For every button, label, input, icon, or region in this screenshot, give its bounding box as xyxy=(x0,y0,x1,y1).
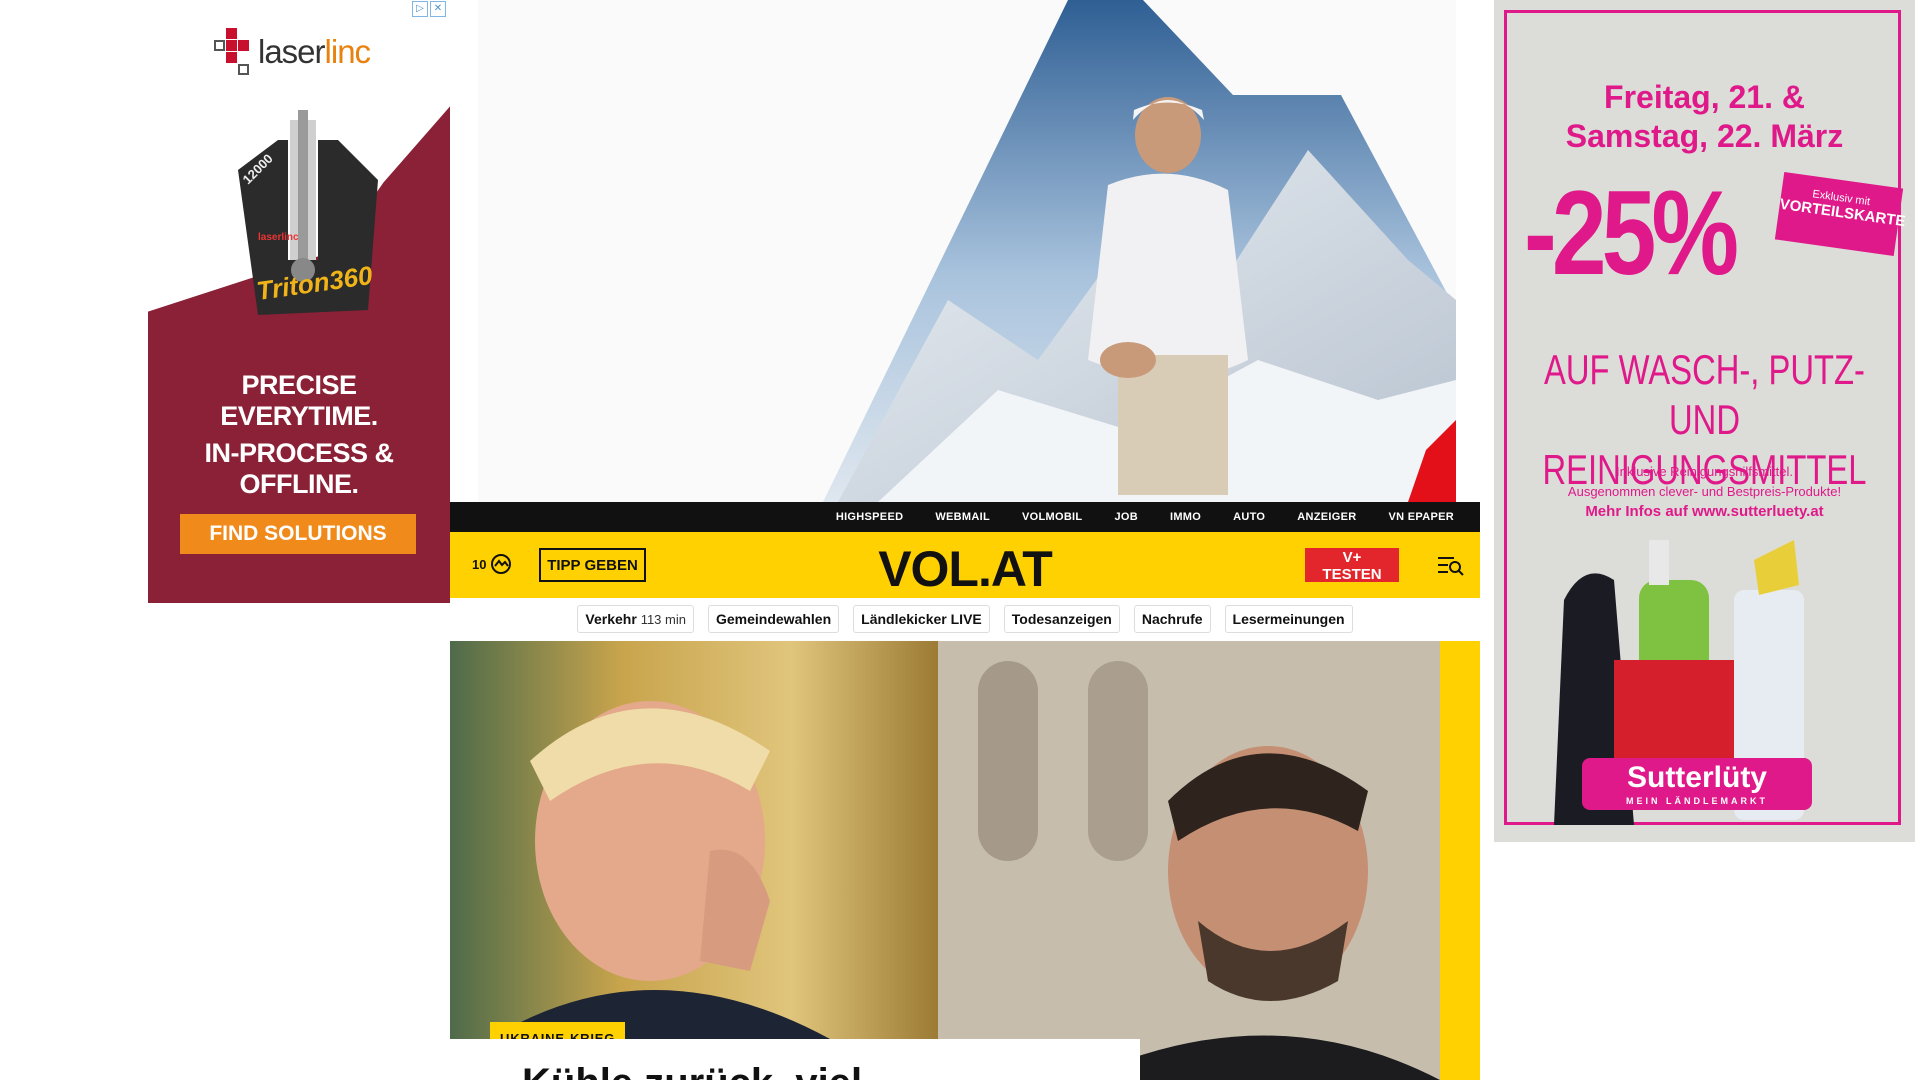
ad-hero-banner[interactable] xyxy=(478,0,1456,502)
nav-highspeed[interactable]: HIGHSPEED xyxy=(820,511,920,523)
ad-headline-line2: EVERYTIME. xyxy=(220,401,378,431)
v-plus-testen-button[interactable]: V+ TESTEN xyxy=(1305,548,1399,583)
quicklink-lesermeinungen[interactable]: Lesermeinungen xyxy=(1224,605,1353,633)
tipp-geben-button[interactable]: TIPP GEBEN xyxy=(539,548,646,582)
discount-text: -25% xyxy=(1524,166,1739,300)
adchoices-icon[interactable]: ▷ xyxy=(412,1,428,17)
nav-auto[interactable]: AUTO xyxy=(1217,511,1281,523)
note-line3: Mehr Infos auf www.sutterluety.at xyxy=(1585,503,1824,520)
quicklink-laendlekicker-live[interactable]: Ländlekicker LIVE xyxy=(853,605,990,633)
laserlinc-logo: laserlinc xyxy=(210,28,371,76)
nav-vn-epaper[interactable]: VN EPAPER xyxy=(1373,511,1470,523)
brand-name: Sutterlüty xyxy=(1626,761,1767,794)
ad-headline-line1: PRECISE xyxy=(241,370,357,400)
close-icon[interactable]: ✕ xyxy=(430,1,446,17)
ad-date-line2: Samstag, 22. März xyxy=(1565,118,1844,154)
laserlinc-logo-text: laserlinc xyxy=(258,33,371,70)
site-header: 10 TIPP GEBEN VOL.AT V+ TESTEN xyxy=(450,532,1480,598)
headline-box: Kühle zurück, viel xyxy=(450,1039,1140,1080)
offer-line1: AUF WASCH-, PUTZ- xyxy=(1544,346,1865,393)
quicklink-gemeindewahlen[interactable]: Gemeindewahlen xyxy=(707,605,840,633)
sutterluety-logo: Sutterlüty MEIN LÄNDLEMARKT xyxy=(1582,758,1812,810)
brand-tagline: MEIN LÄNDLEMARKT xyxy=(1626,796,1768,806)
nav-volmobil[interactable]: VOLMOBIL xyxy=(1006,511,1098,523)
quicklink-todesanzeigen[interactable]: Todesanzeigen xyxy=(1003,605,1120,633)
nav-job[interactable]: JOB xyxy=(1098,511,1154,523)
device-brand-small: laserlinc xyxy=(258,232,299,243)
ad-headline-line4: OFFLINE. xyxy=(239,469,360,499)
quicklink-verkehr[interactable]: Verkehr 113 min xyxy=(577,605,694,633)
quick-links: Verkehr 113 min Gemeindewahlen Ländlekic… xyxy=(450,598,1480,640)
service-nav: HIGHSPEED WEBMAIL VOLMOBIL JOB IMMO AUTO… xyxy=(450,502,1480,532)
nav-webmail[interactable]: WEBMAIL xyxy=(919,511,1006,523)
ad-sutterluety[interactable]: Freitag, 21. & Samstag, 22. März -25% Ex… xyxy=(1494,0,1915,842)
triton360-device-image: 12000 laserlinc Triton360 xyxy=(238,110,378,315)
note-line1: Inklusive Reinigungshilfsmittel. xyxy=(1615,464,1794,479)
top-article-teaser[interactable]: UKRAINE-KRIEG Kühle zurück, viel xyxy=(450,641,1480,1080)
nav-immo[interactable]: IMMO xyxy=(1154,511,1217,523)
ad-date-line1: Freitag, 21. & xyxy=(1604,79,1805,115)
find-solutions-button[interactable]: FIND SOLUTIONS xyxy=(180,514,416,554)
quicklink-nachrufe[interactable]: Nachrufe xyxy=(1133,605,1211,633)
nav-anzeiger[interactable]: ANZEIGER xyxy=(1281,511,1372,523)
ad-headline-line3: IN-PROCESS & xyxy=(204,438,394,468)
laserlinc-logo-icon xyxy=(210,28,254,76)
note-line2: Ausgenommen clever- und Bestpreis-Produk… xyxy=(1567,484,1842,499)
ad-laserlinc[interactable]: ▷ ✕ laserlinc 12000 laserlinc Triton360 … xyxy=(148,0,450,603)
temperature: 10 xyxy=(472,556,487,572)
ad-date: Freitag, 21. & Samstag, 22. März xyxy=(1494,78,1915,156)
article-image-left xyxy=(450,641,938,1039)
verkehr-delay: 113 min xyxy=(640,612,686,627)
weather-widget[interactable]: 10 xyxy=(472,553,512,575)
menu-search-icon[interactable] xyxy=(1438,554,1464,576)
article-image-right xyxy=(938,641,1440,1080)
article-headline[interactable]: Kühle zurück, viel xyxy=(522,1061,862,1080)
ad-choices[interactable]: ▷ ✕ xyxy=(412,1,446,17)
ad-notes: Inklusive Reinigungshilfsmittel. Ausgeno… xyxy=(1494,462,1915,522)
hero-mountain-image xyxy=(823,0,1456,502)
cloud-sun-icon xyxy=(491,554,512,574)
